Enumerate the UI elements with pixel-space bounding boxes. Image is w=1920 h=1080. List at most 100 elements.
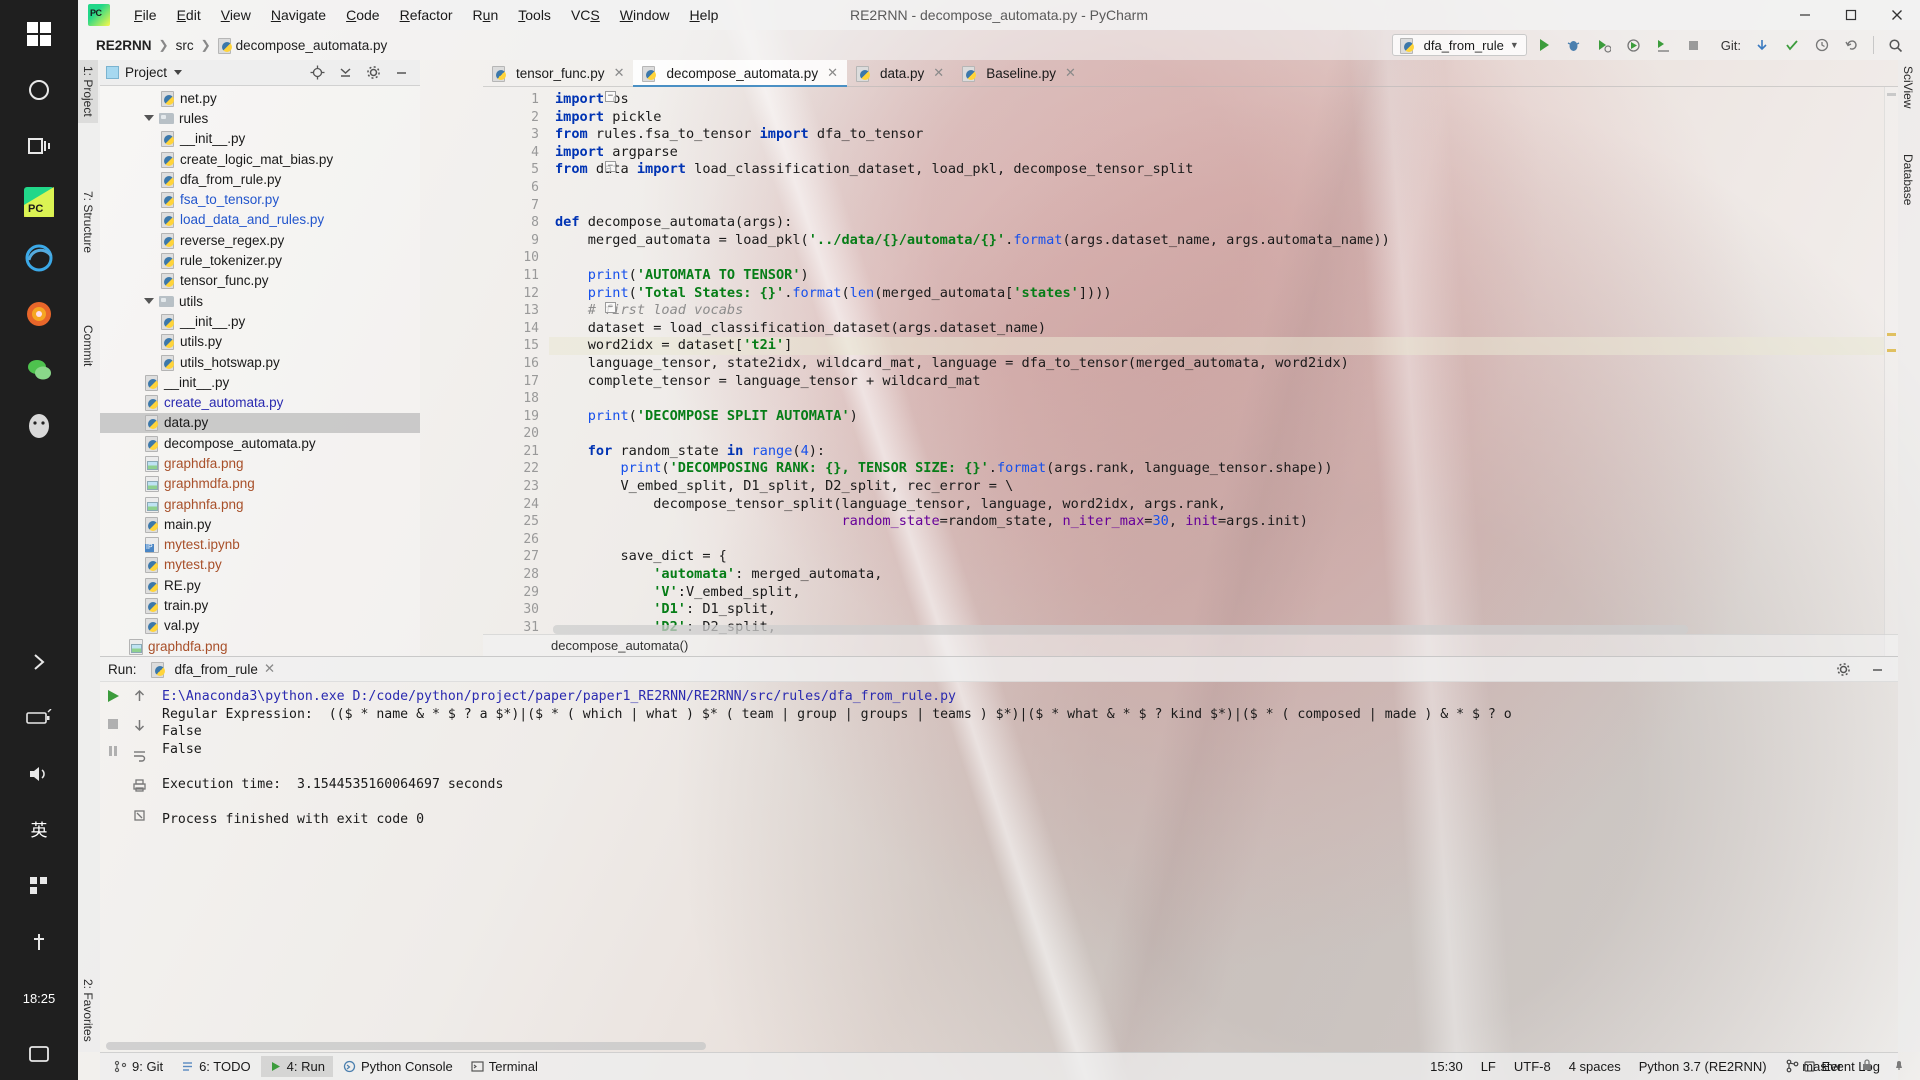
bottom-bar-item-6-todo[interactable]: 6: TODO: [173, 1056, 259, 1077]
editor-marker-bar[interactable]: [1884, 87, 1898, 656]
menu-item-view[interactable]: View: [211, 3, 261, 27]
run-configuration-selector[interactable]: dfa_from_rule ▼: [1391, 34, 1527, 56]
code-line[interactable]: [549, 531, 1884, 549]
close-tab-icon[interactable]: ✕: [933, 65, 944, 81]
search-icon[interactable]: [1882, 33, 1908, 57]
code-line[interactable]: print('DECOMPOSING RANK: {}, TENSOR SIZE…: [549, 460, 1884, 478]
console-line[interactable]: E:\Anaconda3\python.exe D:/code/python/p…: [162, 688, 1898, 706]
debug-icon[interactable]: [1561, 33, 1587, 57]
run-console-output[interactable]: E:\Anaconda3\python.exe D:/code/python/p…: [152, 682, 1898, 1052]
code-line[interactable]: 'V':V_embed_split,: [549, 584, 1884, 602]
code-line[interactable]: decompose_tensor_split(language_tensor, …: [549, 496, 1884, 514]
code-line[interactable]: [549, 179, 1884, 197]
code-line[interactable]: merged_automata = load_pkl('../data/{}/a…: [549, 232, 1884, 250]
tree-item[interactable]: utils: [100, 291, 420, 311]
tree-item[interactable]: net.py: [100, 88, 420, 108]
firefox-app-icon[interactable]: [11, 288, 67, 340]
tool-tab-favorites[interactable]: 2: Favorites: [78, 973, 98, 1048]
code-line[interactable]: from data import load_classification_dat…: [549, 161, 1884, 179]
menu-item-tools[interactable]: Tools: [508, 3, 561, 27]
code-line[interactable]: dataset = load_classification_dataset(ar…: [549, 320, 1884, 338]
tool-tab-database[interactable]: Database: [1898, 148, 1918, 211]
tool-tab-commit[interactable]: Commit: [78, 319, 98, 372]
menu-item-window[interactable]: Window: [610, 3, 680, 27]
tree-item[interactable]: utils.py: [100, 332, 420, 352]
scroll-down-icon[interactable]: [132, 718, 147, 736]
code-line[interactable]: import pickle: [549, 109, 1884, 127]
scroll-up-icon[interactable]: [132, 688, 147, 706]
code-line[interactable]: [549, 197, 1884, 215]
editor-tab[interactable]: Baseline.py ✕: [953, 60, 1085, 86]
minimize-icon[interactable]: [1864, 657, 1890, 681]
code-line[interactable]: V_embed_split, D1_split, D2_split, rec_e…: [549, 478, 1884, 496]
close-tab-icon[interactable]: ✕: [1065, 65, 1076, 81]
code-line[interactable]: print('DECOMPOSE SPLIT AUTOMATA'): [549, 408, 1884, 426]
rollback-icon[interactable]: [1839, 33, 1865, 57]
volume-icon[interactable]: [11, 748, 67, 800]
menu-item-refactor[interactable]: Refactor: [390, 3, 463, 27]
tool-tab-structure[interactable]: 7: Structure: [78, 185, 98, 259]
tree-item[interactable]: data.py: [100, 412, 420, 434]
status-line-separator[interactable]: LF: [1481, 1059, 1496, 1074]
taskbar-clock[interactable]: 18:25: [11, 972, 67, 1024]
tree-item[interactable]: reverse_regex.py: [100, 230, 420, 250]
notification-icon[interactable]: [1892, 1058, 1906, 1075]
code-line[interactable]: 'automata': merged_automata,: [549, 566, 1884, 584]
grid-icon[interactable]: [11, 860, 67, 912]
pycharm-app-icon[interactable]: PC: [11, 176, 67, 228]
editor-tab[interactable]: decompose_automata.py ✕: [633, 60, 847, 87]
code-line[interactable]: print('Total States: {}'.format(len(merg…: [549, 285, 1884, 303]
fold-marker-line8[interactable]: −: [605, 302, 616, 313]
clear-all-icon[interactable]: [132, 808, 147, 826]
tree-item[interactable]: graphmdfa.png: [100, 474, 420, 494]
bottom-bar-item-9-git[interactable]: 9: Git: [106, 1056, 171, 1077]
menu-item-run[interactable]: Run: [463, 3, 509, 27]
expand-arrow-icon[interactable]: [144, 115, 154, 122]
fold-marker-line1[interactable]: −: [605, 91, 616, 102]
code-line[interactable]: from rules.fsa_to_tensor import dfa_to_t…: [549, 126, 1884, 144]
minimize-button[interactable]: [1782, 0, 1828, 30]
tree-item[interactable]: rule_tokenizer.py: [100, 250, 420, 270]
code-line[interactable]: for random_state in range(4):: [549, 443, 1884, 461]
code-view[interactable]: 1 2 3 4 5 6 7 8 9 10 11 12 13 14 15 16 17 18 19 20 21 22 23 24 2…: [483, 87, 1898, 656]
code-line[interactable]: [549, 425, 1884, 443]
tree-item[interactable]: create_logic_mat_bias.py: [100, 149, 420, 169]
gear-icon[interactable]: [360, 61, 386, 85]
code-line[interactable]: 'D1': D1_split,: [549, 601, 1884, 619]
stop-icon[interactable]: [1681, 33, 1707, 57]
chevron-down-icon[interactable]: [174, 70, 183, 75]
qq-app-icon[interactable]: [11, 400, 67, 452]
tool-tab-project[interactable]: 1: Project: [78, 60, 98, 123]
menu-item-help[interactable]: Help: [680, 3, 729, 27]
breadcrumb-folder[interactable]: src: [172, 36, 198, 55]
tree-item[interactable]: main.py: [100, 514, 420, 534]
menu-item-vcs[interactable]: VCS: [561, 3, 610, 27]
tree-item[interactable]: RE.py: [100, 575, 420, 595]
fold-marker-line5[interactable]: −: [605, 161, 616, 172]
tree-item[interactable]: rules: [100, 108, 420, 128]
run-tab-dfa-from-rule[interactable]: dfa_from_rule ✕: [150, 661, 275, 678]
edge-app-icon[interactable]: [11, 232, 67, 284]
close-tab-icon[interactable]: ✕: [827, 65, 838, 81]
history-icon[interactable]: [1809, 33, 1835, 57]
hide-panel-icon[interactable]: [388, 61, 414, 85]
status-branch[interactable]: master: [1785, 1059, 1842, 1074]
tree-item[interactable]: fsa_to_tensor.py: [100, 189, 420, 209]
close-tab-icon[interactable]: ✕: [614, 65, 625, 81]
code-line[interactable]: print('AUTOMATA TO TENSOR'): [549, 267, 1884, 285]
pin-icon[interactable]: [11, 916, 67, 968]
code-line[interactable]: language_tensor, state2idx, wildcard_mat…: [549, 355, 1884, 373]
notification-center-icon[interactable]: [11, 1028, 67, 1080]
run-icon[interactable]: [1531, 33, 1557, 57]
status-interpreter[interactable]: Python 3.7 (RE2RNN): [1639, 1059, 1767, 1074]
code-line[interactable]: def decompose_automata(args):: [549, 214, 1884, 232]
code-line[interactable]: [549, 249, 1884, 267]
tree-item[interactable]: load_data_and_rules.py: [100, 210, 420, 230]
editor-tab[interactable]: data.py ✕: [847, 60, 953, 86]
code-line[interactable]: import os: [549, 91, 1884, 109]
collapse-all-icon[interactable]: [332, 61, 358, 85]
resume-icon[interactable]: [106, 744, 120, 761]
code-line[interactable]: [549, 390, 1884, 408]
soft-wrap-icon[interactable]: [132, 748, 147, 766]
wechat-app-icon[interactable]: [11, 344, 67, 396]
